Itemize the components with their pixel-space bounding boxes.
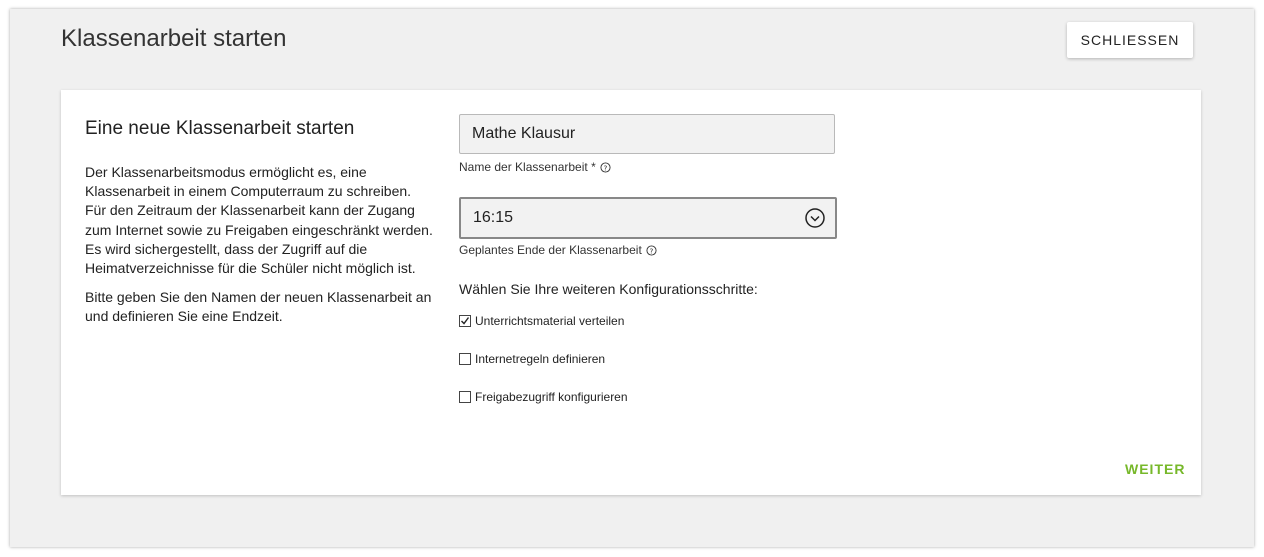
checkbox-unchecked[interactable]: [459, 391, 471, 403]
steps-title: Wählen Sie Ihre weiteren Konfigurationss…: [459, 281, 758, 297]
help-icon[interactable]: ?: [646, 244, 657, 256]
step-label: Freigabezugriff konfigurieren: [475, 390, 628, 404]
checkbox-unchecked[interactable]: [459, 353, 471, 365]
exam-name-label-row: Name der Klassenarbeit * ?: [459, 160, 611, 174]
end-time-input[interactable]: [473, 199, 753, 237]
step-distribute-material[interactable]: Unterrichtsmaterial verteilen: [459, 314, 624, 328]
app-frame: Klassenarbeit starten SCHLIESSEN Eine ne…: [10, 9, 1254, 547]
page-title: Klassenarbeit starten: [61, 25, 287, 52]
card-heading: Eine neue Klassenarbeit starten: [85, 118, 355, 139]
help-icon[interactable]: ?: [600, 161, 611, 173]
step-label: Unterrichtsmaterial verteilen: [475, 314, 625, 328]
checkmark-icon: [461, 317, 470, 325]
exam-name-input[interactable]: [459, 114, 835, 154]
step-share-access[interactable]: Freigabezugriff konfigurieren: [459, 390, 628, 404]
step-internet-rules[interactable]: Internetregeln definieren: [459, 352, 605, 366]
exam-name-label: Name der Klassenarbeit *: [459, 160, 596, 174]
svg-text:?: ?: [603, 163, 607, 172]
exam-card: Eine neue Klassenarbeit starten Der Klas…: [61, 90, 1201, 495]
end-time-select[interactable]: [459, 197, 837, 239]
svg-text:?: ?: [649, 246, 653, 255]
description-text: Der Klassenarbeitsmodus ermöglicht es, e…: [85, 164, 433, 277]
close-button[interactable]: SCHLIESSEN: [1067, 22, 1193, 58]
instruction-text: Bitte geben Sie den Namen der neuen Klas…: [85, 289, 432, 325]
step-label: Internetregeln definieren: [475, 352, 606, 366]
end-time-label-row: Geplantes Ende der Klassenarbeit ?: [459, 243, 657, 257]
end-time-label: Geplantes Ende der Klassenarbeit: [459, 243, 642, 257]
chevron-down-icon[interactable]: [805, 208, 825, 228]
checkbox-checked[interactable]: [459, 315, 471, 327]
next-button[interactable]: WEITER: [1121, 461, 1189, 477]
